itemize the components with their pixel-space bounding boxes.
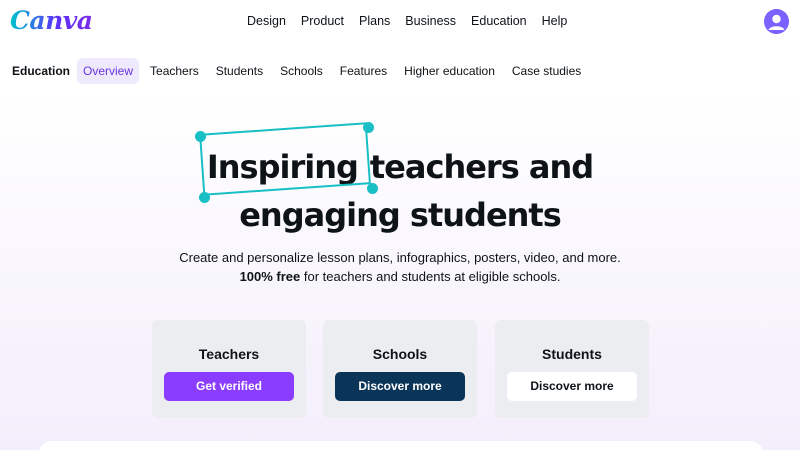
subnav-section-title[interactable]: Education — [12, 64, 70, 78]
selection-handle-icon — [195, 131, 206, 142]
user-avatar-icon[interactable] — [764, 9, 789, 34]
menu-item-help[interactable]: Help — [542, 14, 568, 28]
schools-discover-more-button[interactable]: Discover more — [335, 372, 465, 401]
menu-item-plans[interactable]: Plans — [359, 14, 390, 28]
selection-handle-icon — [367, 183, 378, 194]
card-title: Teachers — [198, 346, 260, 362]
content-panel-top-edge — [38, 441, 764, 450]
teachers-card: Teachers Get verified — [152, 320, 306, 418]
get-verified-button[interactable]: Get verified — [164, 372, 294, 401]
hero-subtitle: Create and personalize lesson plans, inf… — [0, 248, 800, 286]
headline-line-1: Inspiring teachers and — [0, 143, 800, 191]
menu-item-product[interactable]: Product — [301, 14, 344, 28]
selection-handle-icon — [363, 122, 374, 133]
main-menu: Design Product Plans Business Education … — [247, 14, 582, 28]
menu-item-design[interactable]: Design — [247, 14, 286, 28]
subnav-item-students[interactable]: Students — [210, 58, 269, 84]
headline-line-2: engaging students — [239, 196, 562, 234]
subnav-item-higher-education[interactable]: Higher education — [398, 58, 501, 84]
subtitle-bold: 100% free — [239, 269, 301, 284]
subnav-item-teachers[interactable]: Teachers — [144, 58, 205, 84]
subtitle-line-2-rest: for teachers and students at eligible sc… — [300, 269, 561, 284]
subtitle-line-1: Create and personalize lesson plans, inf… — [179, 250, 621, 265]
card-title: Students — [542, 346, 602, 362]
menu-item-business[interactable]: Business — [405, 14, 456, 28]
students-card: Students Discover more — [495, 320, 649, 418]
headline-line-1-rest: teachers and — [369, 148, 594, 186]
education-subnav: Education Overview Teachers Students Sch… — [0, 58, 800, 84]
top-navigation: Canva Design Product Plans Business Educ… — [0, 0, 800, 44]
menu-item-education[interactable]: Education — [471, 14, 527, 28]
subnav-item-features[interactable]: Features — [334, 58, 393, 84]
subnav-item-case-studies[interactable]: Case studies — [506, 58, 587, 84]
subtitle-line-2: 100% free for teachers and students at e… — [0, 267, 800, 286]
selection-handle-icon — [199, 192, 210, 203]
subnav-items: Overview Teachers Students Schools Featu… — [77, 58, 592, 84]
subnav-item-schools[interactable]: Schools — [274, 58, 329, 84]
schools-card: Schools Discover more — [323, 320, 477, 418]
selection-frame — [199, 122, 371, 196]
subnav-item-overview[interactable]: Overview — [77, 58, 140, 84]
students-discover-more-button[interactable]: Discover more — [507, 372, 637, 401]
canva-logo[interactable]: Canva — [10, 6, 93, 35]
card-title: Schools — [372, 346, 428, 362]
hero-headline: Inspiring teachers and engaging students — [0, 143, 800, 239]
